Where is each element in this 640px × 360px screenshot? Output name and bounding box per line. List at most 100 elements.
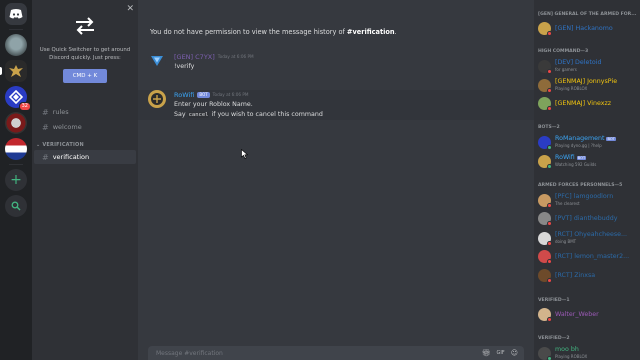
status-indicator [547,278,552,283]
server-rail: 32 + [0,0,32,360]
avatar [538,78,552,93]
member-item[interactable]: [DEV] Deletoid for gamers [538,59,638,74]
avatar [538,346,552,360]
member-category-header: VERIFIED—1 [538,298,570,303]
member-text: RoWifi BOT Watching 592 Guilds [555,154,596,168]
member-name-text: [RCT] lemon_master2... [555,252,630,260]
notice-channel: #verification [346,28,395,36]
member-name: RoManagement BOT [555,135,616,143]
member-text: [PVT] dianthebuddy [555,215,618,223]
avatar [538,193,552,208]
channel-verification[interactable]: # verification [34,150,136,164]
server-icon-1[interactable] [5,34,27,56]
member-text: [RCT] Ohyeahcheese... doing BMT [555,231,627,245]
emoji-icon[interactable]: ☺ [511,349,518,357]
plus-icon: + [10,172,22,188]
server-icon-5[interactable] [5,138,27,160]
category-verification[interactable]: ⌄ VERIFICATION [32,135,138,149]
explore-servers-button[interactable] [5,195,27,217]
server-icon-3[interactable]: 32 [5,86,31,111]
message-text: Say cancel if you wish to cancel this co… [174,110,323,120]
member-name-text: moo bh [555,346,579,353]
avatar[interactable] [148,90,166,108]
rail-separator [9,29,23,30]
member-item[interactable]: [GEN] Hackanomo [538,22,638,36]
member-name-text: [DEV] Deletoid [555,59,602,66]
channel-rules[interactable]: # rules [34,105,136,119]
gif-icon[interactable]: GIF [496,350,504,356]
message-input[interactable] [156,349,482,357]
notice-text: You do not have permission to view the m… [150,28,347,36]
close-icon[interactable]: ✕ [126,4,134,14]
member-item[interactable]: [GENMAJ] JonnysPie Playing ROBLOX [538,78,638,93]
status-indicator [547,144,552,150]
member-name-text: [GENMAJ] Vinexzz [555,99,612,107]
avatar [538,250,552,264]
message-author[interactable]: [GEN] C7YX] [174,52,215,62]
member-category-header: HIGH COMMAND—3 [538,49,589,54]
avatar [538,154,552,169]
channel-welcome[interactable]: # welcome [34,120,136,134]
avatar [538,135,552,150]
member-text: RoManagement BOT Playing dyno.gg | ?help [555,135,616,149]
server-icon-2[interactable] [0,60,27,82]
no-permission-notice: You do not have permission to view the m… [150,28,397,36]
message-body: [GEN] C7YX] Today at 6:06 PM !verify [174,52,254,72]
member-item[interactable]: [RCT] Zinxsa [538,269,638,283]
member-item[interactable]: [RCT] Ohyeahcheese... doing BMT [538,231,638,246]
discord-logo-icon [9,9,23,19]
status-indicator [547,355,552,360]
home-button[interactable] [5,3,27,25]
status-indicator [547,317,552,322]
member-item[interactable]: RoManagement BOT Playing dyno.gg | ?help [538,135,638,150]
member-item[interactable]: [PFC] lamgoodlorn The clearest [538,193,638,208]
mouse-cursor-icon [241,149,249,159]
server-icon-4[interactable] [5,112,27,134]
add-server-button[interactable]: + [5,169,27,191]
member-name: [GENMAJ] Vinexzz [555,100,611,108]
member-list: [GEN] GENERAL OF THE ARMED FOR... [GEN] H… [534,0,640,360]
member-text: [GENMAJ] Vinexzz [555,100,611,108]
member-name: [RCT] lemon_master2... [555,253,629,261]
member-activity: The clearest [555,201,580,206]
avatar [538,22,552,36]
discord-app: 32 + ✕ Use Quick Switcher to get around … [0,0,640,360]
switch-arrows-icon [76,17,94,35]
member-item[interactable]: [PVT] dianthebuddy [538,212,638,226]
message-author[interactable]: RoWifi [174,90,194,100]
mention-badge: 32 [18,102,31,111]
member-item[interactable]: [RCT] lemon_master2... [538,250,638,264]
eagle-emblem-icon [9,65,23,77]
status-indicator [547,68,552,74]
rowifi-avatar-icon [151,93,163,105]
member-text: [GEN] Hackanomo [555,25,613,33]
channel-sidebar: ✕ Use Quick Switcher to get around Disco… [32,0,138,360]
status-indicator [547,221,552,226]
status-indicator [547,259,552,264]
status-indicator [547,106,552,111]
member-name: Walter_Weber [555,311,599,319]
member-name: [GEN] Hackanomo [555,25,613,33]
member-name: [GENMAJ] JonnysPie [555,78,617,86]
avatar[interactable] [148,52,166,70]
member-text: moo bh Playing ROBLOX [555,346,587,360]
category-label: VERIFICATION [42,142,84,148]
member-category-header: ARMED FORCES PERSONNELS—5 [538,183,623,188]
member-text: [RCT] lemon_master2... [555,253,629,261]
member-item[interactable]: moo bh Playing ROBLOX [538,346,638,360]
avatar [538,59,552,74]
member-name-text: [GENMAJ] JonnysPie [555,78,618,85]
avatar [538,212,552,226]
member-name-text: [RCT] Ohyeahcheese... [555,231,627,238]
member-item[interactable]: RoWifi BOT Watching 592 Guilds [538,154,638,169]
status-indicator [547,31,552,36]
member-activity: doing BMT [555,239,577,244]
member-item[interactable]: [GENMAJ] Vinexzz [538,97,638,111]
shortcut-button[interactable]: CMD + K [62,69,108,83]
channel-label: verification [52,153,90,161]
member-item[interactable]: Walter_Weber [538,308,638,322]
gift-icon[interactable]: 🎁︎ [482,349,491,357]
member-name-text: [PFC] lamgoodlorn [555,193,614,200]
rail-separator [9,164,23,165]
bot-tag: BOT [197,92,210,98]
